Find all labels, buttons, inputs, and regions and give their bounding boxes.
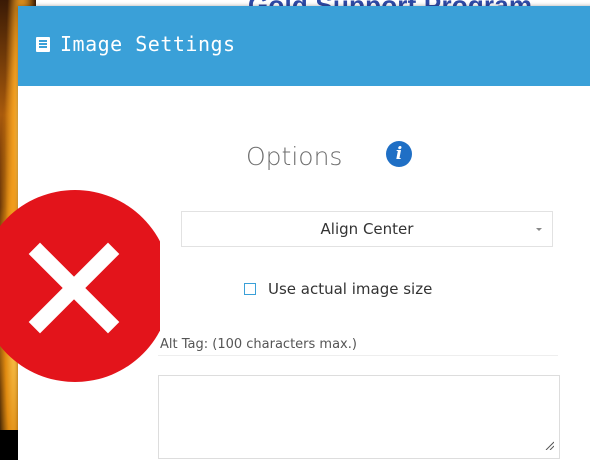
dialog-header: Image Settings <box>18 6 590 86</box>
options-heading: Options <box>246 142 343 171</box>
caret-down-icon <box>536 228 542 231</box>
alt-tag-label: Alt Tag: (100 characters max.) <box>160 337 357 352</box>
alt-tag-textarea[interactable] <box>158 375 560 459</box>
actual-size-label[interactable]: Use actual image size <box>268 280 432 298</box>
error-x-icon <box>0 190 160 382</box>
alt-tag-divider <box>158 355 558 356</box>
dialog-title: Image Settings <box>60 32 236 56</box>
info-icon[interactable]: i <box>386 141 412 167</box>
alignment-select[interactable]: Align Center <box>181 211 553 247</box>
actual-size-checkbox[interactable] <box>244 283 256 295</box>
screenshot-stage: Gold Support Program Image Settings Opti… <box>0 0 590 460</box>
alignment-select-value: Align Center <box>320 220 414 238</box>
list-icon <box>36 37 50 52</box>
resize-handle-icon[interactable] <box>544 440 554 450</box>
